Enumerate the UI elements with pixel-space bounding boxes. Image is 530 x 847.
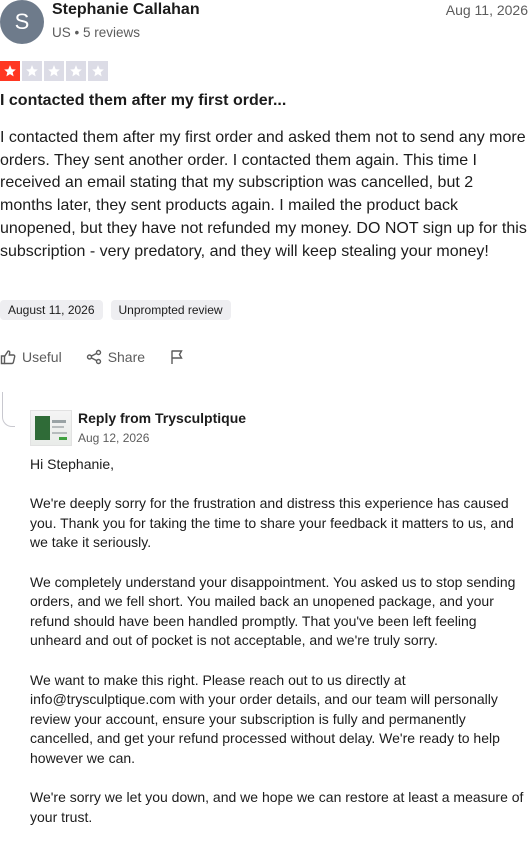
flag-icon	[171, 350, 183, 364]
useful-button[interactable]: Useful	[0, 349, 62, 365]
share-label: Share	[107, 349, 146, 365]
star-rating	[0, 61, 108, 81]
reply-paragraph: Hi Stephanie,	[30, 456, 115, 472]
useful-label: Useful	[22, 349, 62, 365]
reply-paragraph: We're sorry we let you down, and we hope…	[30, 789, 524, 825]
review-actions: Useful Share	[0, 349, 185, 365]
reviewer-name[interactable]: Stephanie Callahan	[52, 1, 200, 19]
star-icon	[0, 61, 20, 81]
reply-connector	[2, 392, 15, 427]
review-title[interactable]: I contacted them after my first order...	[0, 92, 286, 110]
review-body: I contacted them after my first order an…	[0, 129, 527, 260]
reviewer-meta: US • 5 reviews	[52, 25, 140, 40]
star-icon	[88, 61, 108, 81]
meta-separator: •	[74, 25, 84, 40]
star-icon	[66, 61, 86, 81]
reviewer-country: US	[52, 25, 71, 40]
avatar-letter: S	[14, 9, 30, 34]
reply-paragraph: We completely understand your disappoint…	[30, 573, 516, 649]
reply-paragraph: We want to make this right. Please reach…	[30, 671, 500, 766]
report-button[interactable]	[169, 349, 185, 365]
reply-body: Hi Stephanie, We're deeply sorry for the…	[30, 455, 530, 847]
thumbs-up-icon	[0, 350, 16, 365]
star-icon	[22, 61, 42, 81]
review-tags: August 11, 2026 Unprompted review	[0, 300, 231, 320]
experience-date-badge: August 11, 2026	[0, 300, 103, 320]
reviewer-review-count: 5 reviews	[83, 25, 141, 40]
company-logo	[30, 410, 72, 446]
star-icon	[44, 61, 64, 81]
share-button[interactable]: Share	[86, 349, 145, 365]
share-icon	[86, 349, 101, 365]
reply-from: Reply from Trysculptique	[78, 410, 247, 426]
avatar[interactable]: S	[0, 0, 44, 44]
review-date: Aug 11, 2026	[445, 2, 528, 18]
reply-paragraph: We're deeply sorry for the frustration a…	[30, 495, 514, 551]
reply-date: Aug 12, 2026	[78, 431, 150, 445]
review-type-badge[interactable]: Unprompted review	[110, 300, 231, 320]
